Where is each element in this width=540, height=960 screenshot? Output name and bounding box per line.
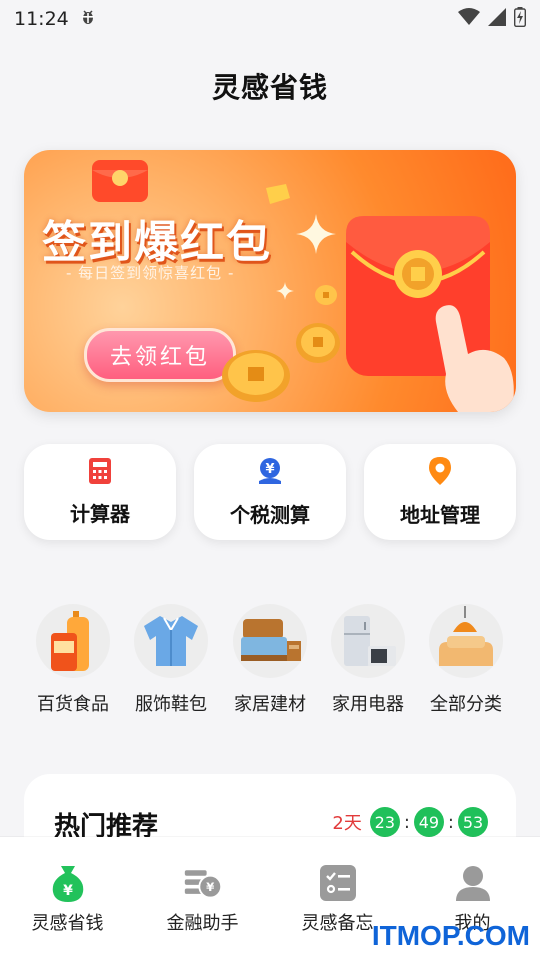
countdown-separator: : xyxy=(447,811,454,833)
nav-label: 灵感备忘 xyxy=(301,913,374,934)
nav-label: 灵感省钱 xyxy=(31,913,104,934)
sparkle-icon xyxy=(296,214,336,254)
signal-icon xyxy=(488,7,506,31)
category-appliances[interactable]: 家用电器 xyxy=(323,604,413,716)
tool-label: 地址管理 xyxy=(400,502,480,527)
wifi-icon xyxy=(458,7,480,31)
tax-calculation-card[interactable]: ¥ 个税测算 xyxy=(194,444,346,540)
countdown-timer: 2天 23 : 49 : 53 xyxy=(332,807,488,837)
status-time: 11:24 xyxy=(14,8,69,30)
page-title: 灵感省钱 xyxy=(211,71,328,104)
user-icon xyxy=(453,863,493,903)
shirt-icon xyxy=(134,604,208,678)
category-all[interactable]: 全部分类 xyxy=(421,604,511,716)
tax-yen-icon: ¥ xyxy=(257,457,283,489)
svg-text:¥: ¥ xyxy=(265,462,274,477)
bug-icon xyxy=(79,8,97,31)
pointing-hand-icon xyxy=(435,305,514,412)
watermark: ITMOP.COM xyxy=(371,920,530,951)
tool-label: 计算器 xyxy=(70,501,130,526)
signin-banner[interactable]: 签到爆红包 - 每日签到领惊喜红包 - 去领红包 xyxy=(24,150,516,412)
checklist-icon xyxy=(318,863,358,903)
banner-title: 签到爆红包 xyxy=(42,217,272,268)
status-bar: 11:24 xyxy=(0,0,540,38)
coin-icon xyxy=(315,285,337,305)
money-bag-icon: ¥ xyxy=(48,863,88,903)
countdown-seconds: 53 xyxy=(458,807,488,837)
category-grocery[interactable]: 百货食品 xyxy=(28,604,118,716)
countdown-minutes: 49 xyxy=(413,807,444,837)
battery-icon xyxy=(513,6,527,32)
grocery-bottles-icon xyxy=(36,604,110,678)
category-label: 家居建材 xyxy=(234,694,306,715)
category-apparel[interactable]: 服饰鞋包 xyxy=(126,604,216,716)
svg-text:¥: ¥ xyxy=(63,883,73,899)
appliance-icon xyxy=(331,604,405,678)
category-label: 服饰鞋包 xyxy=(135,694,207,715)
nav-label: 金融助手 xyxy=(166,913,239,934)
category-home-building[interactable]: 家居建材 xyxy=(225,604,315,716)
gold-bar-icon xyxy=(266,184,290,204)
category-label: 家用电器 xyxy=(332,694,404,715)
category-label: 全部分类 xyxy=(430,694,502,715)
coin-icon xyxy=(296,323,340,363)
claim-red-packet-button[interactable]: 去领红包 xyxy=(84,328,236,382)
sparkle-small-icon xyxy=(276,282,294,300)
svg-text:¥: ¥ xyxy=(206,880,215,894)
countdown-days: 2天 xyxy=(332,813,362,834)
countdown-separator: : xyxy=(403,811,410,833)
finance-coin-icon: ¥ xyxy=(183,863,223,903)
nav-item-home[interactable]: ¥ 灵感省钱 xyxy=(8,837,128,960)
sofa-lamp-icon xyxy=(429,604,503,678)
bed-icon xyxy=(233,604,307,678)
calculator-icon xyxy=(89,457,111,488)
address-management-card[interactable]: 地址管理 xyxy=(364,444,516,540)
category-label: 百货食品 xyxy=(37,694,109,715)
tool-label: 个税测算 xyxy=(230,502,310,527)
calculator-card[interactable]: 计算器 xyxy=(24,444,176,540)
countdown-hours: 23 xyxy=(369,807,400,837)
nav-item-finance[interactable]: ¥ 金融助手 xyxy=(143,837,263,960)
coin-icon xyxy=(222,350,290,402)
banner-subtitle: - 每日签到领惊喜红包 - xyxy=(66,264,235,282)
red-envelope-small-icon xyxy=(92,160,148,202)
location-pin-icon xyxy=(429,456,451,489)
